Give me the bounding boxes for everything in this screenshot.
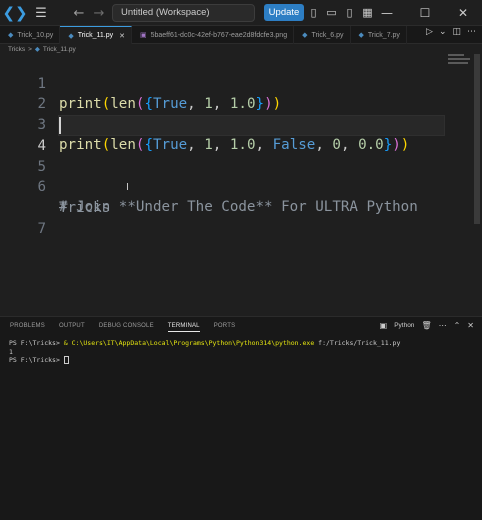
breadcrumb: Tricks > ◆ Trick_11.py [0, 44, 482, 54]
tab-label: Trick_6.py [311, 31, 344, 39]
panel-actions: ▣ Python 🗑 ⋯ ⌃ ✕ [380, 321, 474, 330]
maximize-icon[interactable]: ☐ [406, 0, 444, 26]
terminal-prompt: PS F:\Tricks> [9, 356, 64, 364]
code-line-3[interactable]: 3 print(len({True, 1, 1.0, False, 0, 0.0… [0, 95, 482, 153]
terminal-output[interactable]: PS F:\Tricks> & C:\Users\IT\AppData\Loca… [9, 339, 400, 365]
tab-png-image[interactable]: ▣ 5baeff61-dc0c-42ef-b767-eae2d8fdcfe3.p… [132, 26, 295, 44]
code-line-6-wrap[interactable]: Tricks [0, 178, 482, 216]
code-line-1[interactable]: 1 print(len({True, 1, 1.0})) [0, 54, 482, 112]
tab-label: Trick_10.py [17, 31, 54, 39]
title-bar: ❮❯ ☰ ← → Untitled (Workspace) Update ▯ ▭… [0, 0, 482, 26]
more-actions-icon[interactable]: ⋯ [439, 321, 447, 330]
close-panel-icon[interactable]: ✕ [467, 321, 474, 330]
line-number: 7 [37, 221, 46, 237]
menu-icon[interactable]: ☰ [32, 4, 50, 22]
minimize-icon[interactable]: — [368, 0, 406, 26]
terminal-name[interactable]: Python [394, 322, 414, 329]
run-icon[interactable]: ▷ [426, 27, 433, 37]
terminal-cmd-amp: & [63, 339, 72, 347]
toggle-sidebar-icon[interactable]: ▯ [306, 5, 321, 20]
tab-trick-10[interactable]: ◆ Trick_10.py [0, 26, 61, 44]
mouse-ibeam-icon: I [126, 182, 129, 193]
layout-controls: ▯ ▭ ▯ ▦ [306, 5, 375, 20]
vscode-logo-icon[interactable]: ❮❯ [2, 4, 27, 22]
bottom-panel: PROBLEMS OUTPUT DEBUG CONSOLE TERMINAL P… [0, 316, 482, 520]
update-button[interactable]: Update [264, 4, 304, 21]
command-center[interactable]: Untitled (Workspace) [112, 4, 255, 22]
tab-trick-11[interactable]: ◆ Trick_11.py ✕ [60, 26, 132, 44]
chevron-up-icon[interactable]: ⌃ [454, 321, 461, 330]
terminal-cmd-exe: C:\Users\IT\AppData\Local\Programs\Pytho… [71, 339, 315, 347]
tab-label: 5baeff61-dc0c-42ef-b767-eae2d8fdcfe3.png [150, 31, 288, 39]
breadcrumb-separator: > [28, 45, 32, 53]
breadcrumb-file[interactable]: Trick_11.py [43, 46, 76, 53]
trash-icon[interactable]: 🗑 [421, 321, 431, 330]
tab-output[interactable]: OUTPUT [59, 323, 85, 332]
toggle-panel-icon[interactable]: ▭ [324, 5, 339, 20]
close-tab-icon[interactable]: ✕ [119, 32, 125, 40]
terminal-output-line: 1 [9, 347, 13, 356]
code-line-6[interactable]: 6 # Join **Under The Code** For ULTRA Py… [0, 157, 482, 215]
breadcrumb-folder[interactable]: Tricks [8, 46, 25, 53]
tab-ports[interactable]: PORTS [214, 323, 236, 332]
editor-scrollbar[interactable] [474, 54, 480, 224]
terminal-icon: ▣ [379, 321, 388, 330]
editor-actions: ▷ ⌄ ◫ ⋯ [426, 27, 476, 37]
editor-tab-bar: ◆ Trick_10.py ◆ Trick_11.py ✕ ▣ 5baeff61… [0, 26, 482, 44]
more-actions-icon[interactable]: ⋯ [467, 27, 476, 37]
chevron-down-icon[interactable]: ⌄ [439, 27, 447, 37]
code-line-4[interactable]: 4 [0, 116, 482, 154]
code-editor[interactable]: 1 print(len({True, 1, 1.0})) 2 3 print(l… [0, 54, 482, 316]
python-file-icon: ◆ [68, 32, 74, 40]
toggle-secondary-sidebar-icon[interactable]: ▯ [342, 5, 357, 20]
window-controls: — ☐ ✕ [368, 0, 482, 26]
tab-label: Trick_11.py [77, 32, 114, 39]
tab-terminal[interactable]: TERMINAL [167, 323, 200, 332]
terminal-cmd-arg: f:/Tricks/Trick_11.py [314, 339, 401, 347]
python-file-icon: ◆ [8, 32, 14, 39]
python-file-icon: ◆ [302, 32, 308, 39]
tab-trick-7[interactable]: ◆ Trick_7.py [351, 26, 407, 44]
python-file-icon: ◆ [34, 46, 40, 53]
terminal-prompt: PS F:\Tricks> [9, 339, 64, 347]
close-icon[interactable]: ✕ [444, 0, 482, 26]
workspace-title: Untitled (Workspace) [121, 7, 210, 18]
arrow-right-icon[interactable]: → [90, 4, 108, 22]
panel-tabs: PROBLEMS OUTPUT DEBUG CONSOLE TERMINAL P… [10, 323, 235, 332]
code-line-7[interactable]: 7 [0, 199, 482, 237]
image-file-icon: ▣ [139, 32, 147, 39]
terminal-cursor [63, 356, 69, 364]
code-line-2[interactable]: 2 [0, 74, 482, 112]
arrow-left-icon[interactable]: ← [70, 4, 88, 22]
minimap[interactable] [448, 54, 474, 68]
split-editor-icon[interactable]: ◫ [452, 27, 461, 37]
tab-problems[interactable]: PROBLEMS [10, 323, 45, 332]
code-line-5[interactable]: 5 [0, 137, 482, 175]
tab-trick-6[interactable]: ◆ Trick_6.py [294, 26, 351, 44]
python-file-icon: ◆ [358, 32, 364, 39]
tab-debug-console[interactable]: DEBUG CONSOLE [99, 323, 154, 332]
tab-label: Trick_7.py [367, 31, 400, 39]
